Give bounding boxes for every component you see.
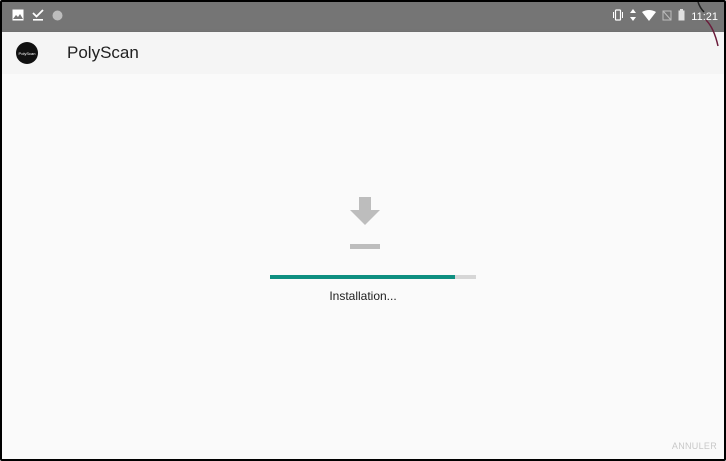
vibrate-icon bbox=[612, 8, 624, 26]
app-bar: PolyScan PolyScan bbox=[2, 32, 724, 74]
status-left-icons bbox=[12, 2, 63, 32]
device-screen: 11:21 PolyScan PolyScan Installation... … bbox=[0, 0, 726, 461]
no-sim-icon bbox=[662, 8, 672, 26]
wifi-icon bbox=[642, 8, 657, 26]
install-status-text: Installation... bbox=[329, 289, 397, 303]
app-logo-text: PolyScan bbox=[18, 50, 36, 56]
data-arrows-icon bbox=[630, 8, 637, 26]
app-title: PolyScan bbox=[67, 43, 139, 62]
circle-icon bbox=[52, 8, 63, 26]
image-icon bbox=[12, 8, 24, 26]
download-icon bbox=[350, 197, 380, 258]
install-progress-fill bbox=[270, 275, 456, 279]
install-content: Installation... ANNULER bbox=[2, 74, 724, 459]
status-right-icons: 11:21 bbox=[612, 2, 718, 32]
cancel-button[interactable]: ANNULER bbox=[672, 441, 717, 451]
install-progress-bar bbox=[270, 275, 476, 279]
status-time: 11:21 bbox=[691, 11, 718, 23]
battery-icon bbox=[678, 8, 685, 26]
app-logo: PolyScan bbox=[16, 42, 38, 64]
status-bar: 11:21 bbox=[2, 2, 724, 32]
download-done-icon bbox=[32, 8, 44, 26]
